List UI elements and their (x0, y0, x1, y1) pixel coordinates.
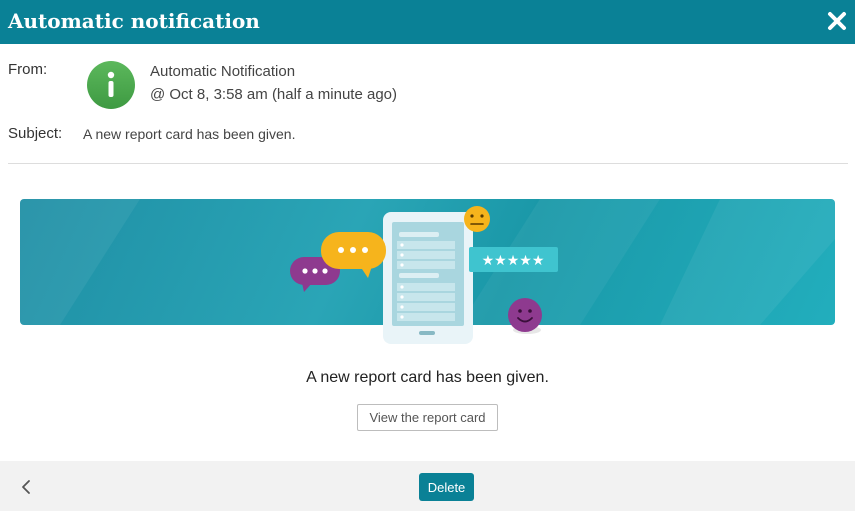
chevron-left-icon[interactable] (18, 478, 34, 496)
star-rating-icon: ★★★★★ (469, 247, 558, 272)
dialog-footer: Delete (0, 461, 855, 511)
svg-text:★★★★★: ★★★★★ (482, 253, 545, 269)
delete-button[interactable]: Delete (419, 473, 474, 501)
report-card-illustration: ★★★★★ (290, 206, 558, 344)
neutral-face-icon (464, 206, 490, 232)
view-report-card-button[interactable]: View the report card (357, 404, 498, 431)
tablet-icon (383, 212, 473, 344)
smiley-face-icon (508, 298, 542, 334)
notification-message: A new report card has been given. (306, 369, 549, 386)
